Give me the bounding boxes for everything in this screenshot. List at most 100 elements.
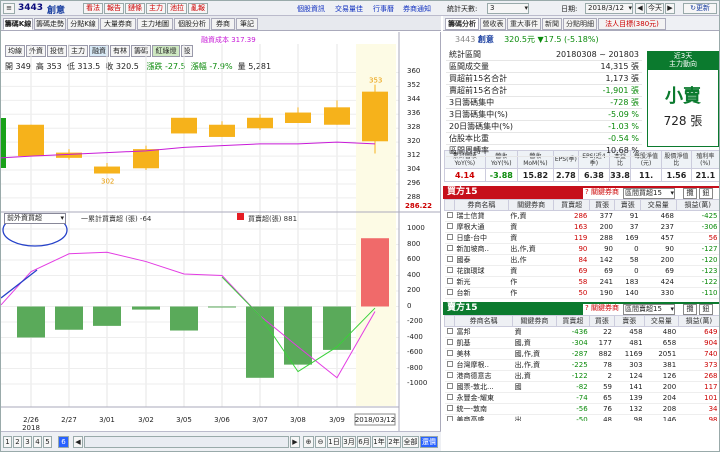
table-row[interactable]: 美林 國,作,資 -287 882 1169 2051 740 <box>444 348 719 360</box>
range-all[interactable]: 全部 <box>402 436 419 448</box>
tab-revenue[interactable]: 營收表 <box>480 18 506 30</box>
tab-stock-analysis[interactable]: 個股分析 <box>174 18 210 30</box>
stat-days-select[interactable]: 3 ▾ <box>487 3 529 14</box>
tool-button-2[interactable]: 報告 <box>104 3 124 14</box>
row-checkbox[interactable] <box>444 254 455 266</box>
chip-bar[interactable] <box>132 306 160 310</box>
chip-bar[interactable] <box>361 238 389 307</box>
candle-body[interactable] <box>18 124 44 157</box>
row-checkbox[interactable] <box>444 276 455 288</box>
row-checkbox[interactable] <box>444 265 455 277</box>
zoom-in-icon[interactable]: ⊕ <box>303 436 314 448</box>
chip-bar[interactable] <box>55 306 83 330</box>
table-row[interactable]: 台新作 50 190 140 330 -110 <box>444 287 719 299</box>
chip-bar[interactable] <box>208 306 236 308</box>
row-checkbox[interactable] <box>444 337 455 349</box>
tab-big-broker[interactable]: 大量券商 <box>100 18 136 30</box>
sell-select[interactable]: 區間賣超15 ▾ <box>623 304 675 315</box>
range-2y[interactable]: 2年 <box>387 436 401 448</box>
chart-svg[interactable]: 353 302 2/26 2/27 3/01 3/02 3/05 3/06 3/07 3/08 3/… <box>1 32 441 431</box>
link-stock-info[interactable]: 個股資訊 <box>297 4 325 14</box>
scrollbar-track[interactable] <box>84 436 289 448</box>
table-row[interactable]: 新光作 58 241 183 424 -122 <box>444 276 719 288</box>
today-button[interactable]: 今天 <box>646 3 664 14</box>
candle-body[interactable] <box>324 107 350 125</box>
zoom-out-icon[interactable]: ⊖ <box>315 436 326 448</box>
page-5[interactable]: 5 <box>43 436 52 448</box>
page-2[interactable]: 2 <box>13 436 22 448</box>
tab-broker[interactable]: 券商 <box>211 18 235 30</box>
date-field[interactable]: 2018/3/12 ▾ <box>585 3 633 14</box>
row-checkbox[interactable] <box>444 414 455 421</box>
row-checkbox[interactable] <box>444 381 455 393</box>
row-checkbox[interactable] <box>444 392 455 404</box>
tab-branch-k[interactable]: 分點K線 <box>67 18 99 30</box>
row-checkbox[interactable] <box>444 221 455 233</box>
range-3m[interactable]: 3月 <box>342 436 356 448</box>
row-checkbox[interactable] <box>444 243 455 255</box>
table-row[interactable]: 凱基 國,資 -304 177 481 658 904 <box>444 337 719 349</box>
sell-btn-b[interactable]: 鈕 <box>699 304 713 315</box>
row-checkbox[interactable] <box>444 210 455 222</box>
table-row[interactable]: 摩根大通資 163 200 37 237 -306 <box>444 221 719 233</box>
tab-force-map[interactable]: 主力地圖 <box>137 18 173 30</box>
tool-button-3[interactable]: 鏈條 <box>125 3 145 14</box>
refresh-button[interactable]: ↻更新 <box>683 3 717 14</box>
table-row[interactable]: 群益-台南 417534109-28 <box>444 298 719 300</box>
page-1[interactable]: 1 <box>3 436 12 448</box>
table-row[interactable]: 花旗環球資 69 69 0 69 -123 <box>444 265 719 277</box>
candle-body[interactable] <box>362 91 388 142</box>
candle-body[interactable] <box>171 117 197 134</box>
buy-btn-a[interactable]: 攬 <box>683 188 697 199</box>
chip-bar[interactable] <box>170 306 198 331</box>
chip-bar[interactable] <box>323 306 351 350</box>
table-row[interactable]: 新加坡商.. 出,作,資 90 90 0 90 -127 <box>444 243 719 255</box>
tab-branch-detail[interactable]: 分點明細 <box>563 18 597 30</box>
tool-button-4[interactable]: 主力 <box>146 3 166 14</box>
scroll-right-icon[interactable]: ▶ <box>290 436 300 448</box>
range-6m[interactable]: 6月 <box>357 436 371 448</box>
buy-btn-b[interactable]: 鈕 <box>699 188 713 199</box>
table-row[interactable]: 日盛-台中資 119 288 169 457 56 <box>444 232 719 244</box>
tab-chip-analysis[interactable]: 籌碼分析 <box>445 18 479 30</box>
chip-bar[interactable] <box>284 306 312 365</box>
candle-body[interactable] <box>94 166 120 174</box>
tab-chip-k[interactable]: 籌碼K線 <box>3 18 33 30</box>
chip-bar[interactable] <box>17 306 45 338</box>
tab-target-price[interactable]: 法人目標(380元) <box>598 18 666 30</box>
chip-bar[interactable] <box>93 306 121 326</box>
table-row[interactable]: 美商高盛出 -50 48 98 146 98 <box>444 414 719 421</box>
page-4[interactable]: 4 <box>33 436 42 448</box>
tab-notes[interactable]: 筆記 <box>236 18 258 30</box>
table-row[interactable]: 富邦資 -436 22 458 480 649 <box>444 326 719 338</box>
candle-body[interactable] <box>285 112 311 123</box>
tool-button-1[interactable]: 看法 <box>83 3 103 14</box>
link-volume[interactable]: 交易量佳 <box>335 4 363 14</box>
page-6[interactable]: 6 <box>58 436 69 448</box>
table-row[interactable]: 瑞士信貸 作,資 286 377 91 468 -425 <box>444 210 719 222</box>
row-checkbox[interactable] <box>444 298 455 300</box>
chip-selector[interactable]: 前外資買超 ▾ <box>4 213 66 224</box>
next-day-button[interactable]: ▶ <box>665 3 675 14</box>
menu-icon[interactable]: ≡ <box>3 3 15 14</box>
table-row[interactable]: 國票-敦北... 國 -82 59 141 200 117 <box>444 381 719 393</box>
sell-btn-a[interactable]: 攬 <box>683 304 697 315</box>
row-checkbox[interactable] <box>444 232 455 244</box>
table-row[interactable]: 國泰 出,作 84 142 58 200 -120 <box>444 254 719 266</box>
tool-button-6[interactable]: 亂報 <box>188 3 208 14</box>
table-row[interactable]: 統一-敦南 -56 76 132 208 34 <box>444 403 719 415</box>
table-row[interactable]: 港商德意志 出,資 -122 2 124 126 268 <box>444 370 719 382</box>
row-checkbox[interactable] <box>444 359 455 371</box>
row-checkbox[interactable] <box>444 370 455 382</box>
link-calendar[interactable]: 行事曆 <box>373 4 394 14</box>
candle-body[interactable] <box>133 149 159 169</box>
tab-events[interactable]: 重大事件 <box>507 18 541 30</box>
prev-day-button[interactable]: ◀ <box>635 3 645 14</box>
chip-bar[interactable] <box>246 306 274 378</box>
row-checkbox[interactable] <box>444 287 455 299</box>
tab-news[interactable]: 新聞 <box>542 18 562 30</box>
buy-select[interactable]: 區間買超15 ▾ <box>623 188 675 199</box>
scroll-left-icon[interactable]: ◀ <box>73 436 83 448</box>
table-row[interactable]: 台灣摩根.. 出,作,資 -225 78 303 381 373 <box>444 359 719 371</box>
row-checkbox[interactable] <box>444 348 455 360</box>
